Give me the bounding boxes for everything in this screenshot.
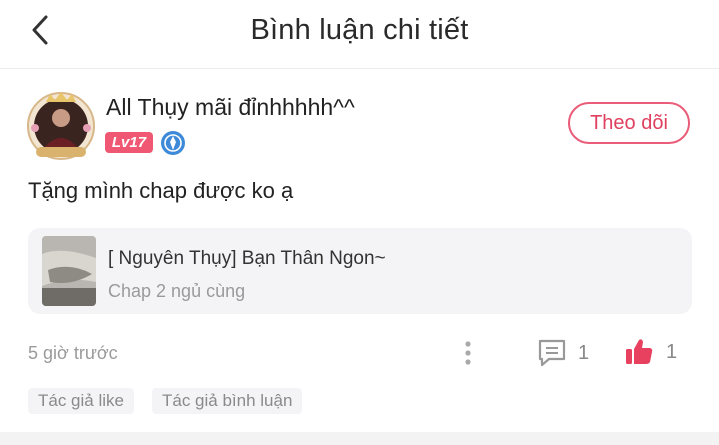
like-count: 1 <box>666 340 678 363</box>
author-commented-tag: Tác giả bình luận <box>152 388 303 414</box>
avatar-image <box>27 92 95 160</box>
username[interactable]: All Thụy mãi đỉnhhhhh^^ <box>106 94 355 121</box>
comment-icon <box>538 339 566 367</box>
like-button[interactable]: 1 <box>624 334 677 370</box>
story-card[interactable]: [ Nguyên Thụy] Bạn Thân Ngon~ Chap 2 ngủ… <box>28 228 692 314</box>
author-liked-tag: Tác giả like <box>28 388 134 414</box>
story-chapter: Chap 2 ngủ cùng <box>108 281 246 301</box>
level-badge: Lv17 <box>105 132 153 153</box>
story-thumbnail <box>42 236 96 306</box>
reply-count: 1 <box>578 341 590 364</box>
thumbs-up-icon <box>626 339 653 364</box>
comment-timestamp: 5 giờ trước <box>28 343 118 363</box>
comment-text: Tặng mình chap được ko ạ <box>28 178 294 203</box>
reply-button[interactable]: 1 <box>536 336 589 370</box>
follow-button[interactable]: Theo dõi <box>568 102 690 144</box>
header-bar: Bình luận chi tiết <box>0 0 719 69</box>
more-options-icon[interactable] <box>458 338 478 370</box>
story-title: [ Nguyên Thụy] Bạn Thân Ngon~ <box>108 248 386 269</box>
section-divider <box>0 432 719 445</box>
verified-badge-icon <box>160 130 186 156</box>
avatar[interactable] <box>22 88 100 162</box>
page-title: Bình luận chi tiết <box>250 14 469 46</box>
